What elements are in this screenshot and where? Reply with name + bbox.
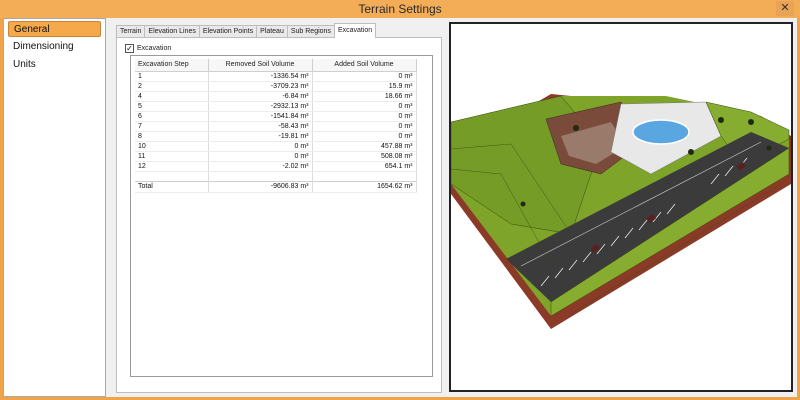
cell-step: 6 bbox=[135, 111, 209, 122]
window-title: Terrain Settings bbox=[358, 2, 442, 16]
table-row[interactable]: 8 -19.81 m³ 0 m³ bbox=[135, 131, 417, 142]
table-header-row: Excavation Step Removed Soil Volume Adde… bbox=[135, 59, 417, 72]
cell-added-volume: 0 m³ bbox=[312, 121, 417, 132]
cell-step: 2 bbox=[135, 81, 209, 92]
excavation-checkbox-row[interactable]: ✓ Excavation bbox=[125, 42, 171, 54]
excavation-table-frame: Excavation Step Removed Soil Volume Adde… bbox=[130, 55, 433, 377]
terrain-preview bbox=[449, 22, 793, 392]
table-row[interactable]: 5 -2932.13 m³ 0 m³ bbox=[135, 101, 417, 112]
table-row[interactable]: 11 0 m³ 508.08 m³ bbox=[135, 151, 417, 162]
spacer-cell bbox=[312, 171, 417, 181]
cell-removed-volume: -58.43 m³ bbox=[208, 121, 313, 132]
cell-removed-volume: -2.02 m³ bbox=[208, 161, 313, 172]
table-row[interactable]: 2 -3709.23 m³ 15.9 m³ bbox=[135, 81, 417, 92]
cell-removed-volume: -2932.13 m³ bbox=[208, 101, 313, 112]
cell-added-volume: 0 m³ bbox=[312, 71, 417, 82]
col-header-added[interactable]: Added Soil Volume bbox=[312, 59, 417, 72]
pool-water bbox=[632, 119, 690, 145]
cell-removed-volume: -19.81 m³ bbox=[208, 131, 313, 142]
cell-removed-volume: -1541.84 m³ bbox=[208, 111, 313, 122]
tab-strip: Terrain Elevation Lines Elevation Points… bbox=[116, 23, 377, 38]
cell-step: 10 bbox=[135, 141, 209, 152]
col-header-step[interactable]: Excavation Step bbox=[135, 59, 209, 72]
table-row[interactable]: 10 0 m³ 457.88 m³ bbox=[135, 141, 417, 152]
excavation-panel: ✓ Excavation Excavation Step Removed Soi… bbox=[116, 37, 442, 393]
terrain-settings-window: Terrain Settings ✕ General Dimensioning … bbox=[0, 0, 800, 400]
total-label: Total bbox=[135, 180, 209, 193]
cell-step: 11 bbox=[135, 151, 209, 162]
dialog-body: General Dimensioning Units Terrain Eleva… bbox=[3, 18, 797, 397]
table-spacer-row bbox=[135, 171, 417, 181]
close-button[interactable]: ✕ bbox=[776, 1, 794, 16]
title-bar[interactable]: Terrain Settings ✕ bbox=[0, 0, 800, 18]
table-row[interactable]: 4 -6.84 m³ 18.66 m³ bbox=[135, 91, 417, 102]
spacer-cell bbox=[208, 171, 313, 181]
table-row[interactable]: 6 -1541.84 m³ 0 m³ bbox=[135, 111, 417, 122]
cell-step: 4 bbox=[135, 91, 209, 102]
total-added-volume: 1654.62 m³ bbox=[312, 180, 417, 193]
cell-added-volume: 0 m³ bbox=[312, 101, 417, 112]
cell-removed-volume: -6.84 m³ bbox=[208, 91, 313, 102]
cell-step: 7 bbox=[135, 121, 209, 132]
nav-item-general[interactable]: General bbox=[8, 21, 101, 37]
table-row[interactable]: 7 -58.43 m³ 0 m³ bbox=[135, 121, 417, 132]
cell-step: 1 bbox=[135, 71, 209, 82]
cell-added-volume: 15.9 m³ bbox=[312, 81, 417, 92]
cell-added-volume: 508.08 m³ bbox=[312, 151, 417, 162]
cell-added-volume: 0 m³ bbox=[312, 131, 417, 142]
spacer-cell bbox=[135, 171, 209, 181]
settings-nav: General Dimensioning Units bbox=[3, 18, 106, 397]
terrain-3d-render bbox=[450, 94, 791, 329]
tab-excavation[interactable]: Excavation bbox=[333, 23, 377, 38]
table-row[interactable]: 1 -1336.54 m³ 0 m³ bbox=[135, 71, 417, 82]
cell-removed-volume: 0 m³ bbox=[208, 141, 313, 152]
cell-added-volume: 457.88 m³ bbox=[312, 141, 417, 152]
excavation-checkbox-label: Excavation bbox=[137, 44, 172, 52]
close-icon: ✕ bbox=[780, 2, 790, 14]
excavation-table: Excavation Step Removed Soil Volume Adde… bbox=[135, 59, 417, 193]
table-row[interactable]: 12 -2.02 m³ 654.1 m³ bbox=[135, 161, 417, 172]
nav-item-units[interactable]: Units bbox=[8, 57, 101, 73]
cell-step: 12 bbox=[135, 161, 209, 172]
col-header-removed[interactable]: Removed Soil Volume bbox=[208, 59, 313, 72]
cell-added-volume: 18.66 m³ bbox=[312, 91, 417, 102]
table-total-row: Total -9606.83 m³ 1654.62 m³ bbox=[135, 180, 417, 193]
cell-step: 8 bbox=[135, 131, 209, 142]
excavation-checkbox[interactable]: ✓ bbox=[125, 43, 134, 53]
cell-removed-volume: -1336.54 m³ bbox=[208, 71, 313, 82]
cell-removed-volume: -3709.23 m³ bbox=[208, 81, 313, 92]
cell-added-volume: 0 m³ bbox=[312, 111, 417, 122]
nav-item-dimensioning[interactable]: Dimensioning bbox=[8, 39, 101, 55]
cell-removed-volume: 0 m³ bbox=[208, 151, 313, 162]
cell-step: 5 bbox=[135, 101, 209, 112]
total-removed-volume: -9606.83 m³ bbox=[208, 180, 313, 193]
cell-added-volume: 654.1 m³ bbox=[312, 161, 417, 172]
